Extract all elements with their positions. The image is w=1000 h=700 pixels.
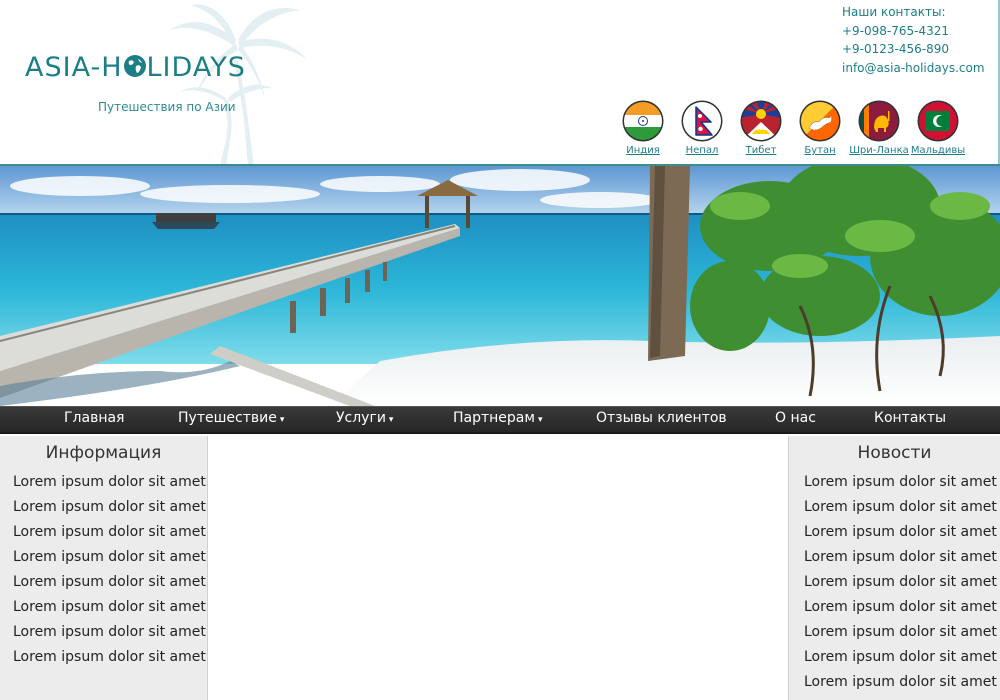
news-list-item[interactable]: Lorem ipsum dolor sit amet: [804, 495, 997, 520]
info-list-item[interactable]: Lorem ipsum dolor sit amet: [13, 495, 206, 520]
india-flag-icon: [622, 100, 664, 142]
logo-text-start: ASIA-H: [25, 52, 123, 83]
nav-about[interactable]: О нас: [775, 410, 816, 426]
nav-contacts-label: Контакты: [874, 410, 947, 426]
country-flags: Индия Непал Тибет Бутан Шри-Ланка Мальди…: [0, 100, 1000, 160]
tibet-flag-icon: [740, 100, 782, 142]
news-sidebar: Новости Lorem ipsum dolor sit amet Lorem…: [788, 436, 1000, 700]
news-sidebar-title: Новости: [857, 443, 932, 463]
info-list-item[interactable]: Lorem ipsum dolor sit amet: [13, 520, 206, 545]
news-list-item[interactable]: Lorem ipsum dolor sit amet: [804, 620, 997, 645]
news-list-item[interactable]: Lorem ipsum dolor sit amet: [804, 595, 997, 620]
info-sidebar: Информация Lorem ipsum dolor sit amet Lo…: [0, 436, 208, 700]
news-list-item[interactable]: Lorem ipsum dolor sit amet: [804, 470, 997, 495]
nav-about-label: О нас: [775, 410, 816, 426]
phone-1[interactable]: +9-098-765-4321: [842, 22, 985, 41]
nav-reviews[interactable]: Отзывы клиентов: [596, 410, 727, 426]
info-list-item[interactable]: Lorem ipsum dolor sit amet: [13, 545, 206, 570]
nav-partners[interactable]: Партнерам ▾: [453, 410, 542, 426]
bhutan-flag-icon: [799, 100, 841, 142]
nav-reviews-label: Отзывы клиентов: [596, 410, 727, 426]
hero-banner: [0, 166, 1000, 406]
news-list-item[interactable]: Lorem ipsum dolor sit amet: [804, 545, 997, 570]
email-link[interactable]: info@asia-holidays.com: [842, 59, 985, 78]
nav-home[interactable]: Главная: [64, 410, 124, 426]
news-list-item[interactable]: Lorem ipsum dolor sit amet: [804, 670, 997, 695]
news-list-item[interactable]: Lorem ipsum dolor sit amet: [804, 570, 997, 595]
beach-pier-image: [0, 166, 1000, 406]
globe-icon: [123, 55, 146, 77]
maldives-flag-icon: [917, 100, 959, 142]
news-list-item[interactable]: Lorem ipsum dolor sit amet: [804, 520, 997, 545]
chevron-down-icon: ▾: [279, 415, 285, 425]
chevron-down-icon: ▾: [388, 415, 394, 425]
flag-link-maldives[interactable]: Мальдивы: [903, 100, 973, 156]
nav-partners-label: Партнерам: [453, 410, 535, 426]
nav-services-label: Услуги: [336, 410, 386, 426]
info-list: Lorem ipsum dolor sit amet Lorem ipsum d…: [13, 470, 206, 670]
nav-travel-label: Путешествие: [178, 410, 277, 426]
info-list-item[interactable]: Lorem ipsum dolor sit amet: [13, 645, 206, 670]
site-header: ASIA-H LIDAYS Путешествия по Азии Наши ко…: [0, 0, 1000, 166]
main-navigation: Главная Путешествие ▾ Услуги ▾ Партнерам ▾ …: [0, 406, 1000, 434]
logo-text-end: LIDAYS: [146, 52, 246, 83]
news-list: Lorem ipsum dolor sit amet Lorem ipsum d…: [804, 470, 997, 695]
nav-contacts[interactable]: Контакты: [874, 410, 946, 426]
info-list-item[interactable]: Lorem ipsum dolor sit amet: [13, 570, 206, 595]
nav-travel[interactable]: Путешествие ▾: [178, 410, 284, 426]
sri-lanka-flag-icon: [858, 100, 900, 142]
chevron-down-icon: ▾: [537, 415, 543, 425]
info-list-item[interactable]: Lorem ipsum dolor sit amet: [13, 470, 206, 495]
boat: [152, 213, 220, 229]
flag-label-maldives: Мальдивы: [910, 145, 966, 156]
contacts-title: Наши контакты:: [842, 5, 946, 19]
info-sidebar-title: Информация: [45, 443, 162, 463]
info-list-item[interactable]: Lorem ipsum dolor sit amet: [13, 595, 206, 620]
phone-2[interactable]: +9-0123-456-890: [842, 40, 985, 59]
site-logo[interactable]: ASIA-H LIDAYS: [25, 52, 246, 83]
contacts-block: Наши контакты: +9-098-765-4321 +9-0123-4…: [842, 3, 985, 77]
nav-services[interactable]: Услуги ▾: [336, 410, 393, 426]
news-list-item[interactable]: Lorem ipsum dolor sit amet: [804, 645, 997, 670]
info-list-item[interactable]: Lorem ipsum dolor sit amet: [13, 620, 206, 645]
nav-home-label: Главная: [64, 410, 125, 426]
main-content: [208, 436, 788, 700]
nepal-flag-icon: [681, 100, 723, 142]
